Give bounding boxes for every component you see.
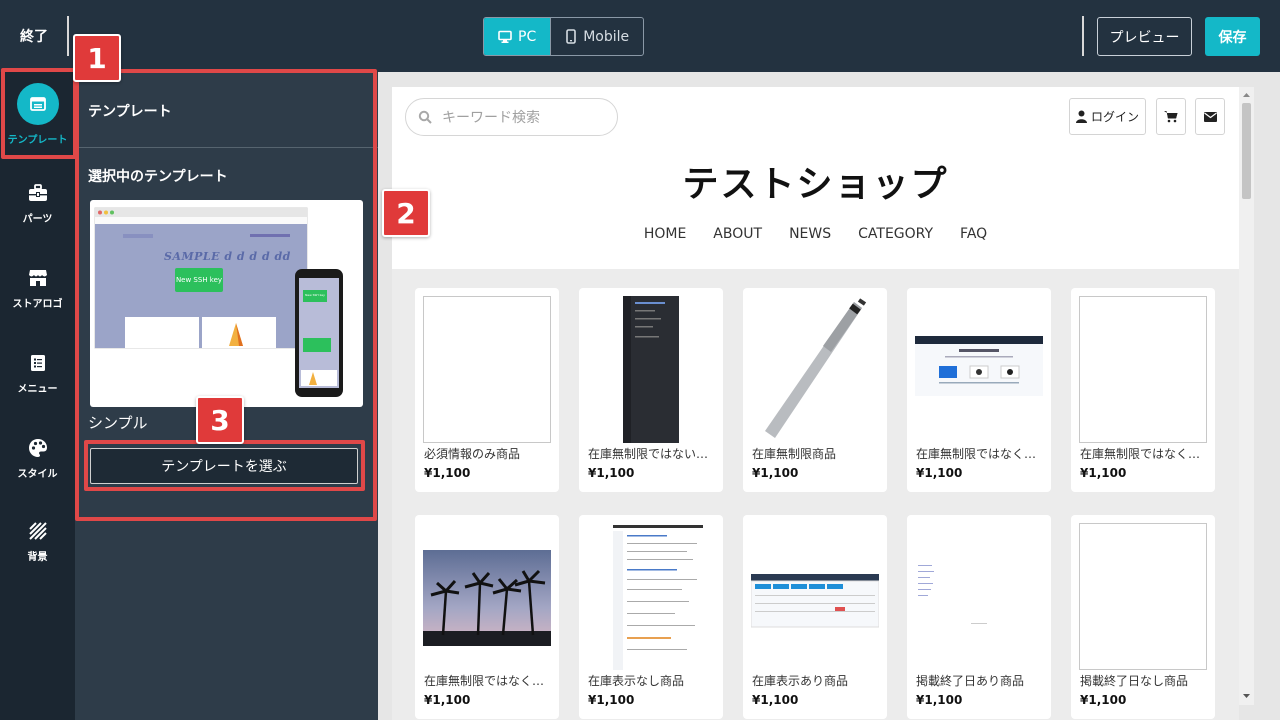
product-card[interactable]: 在庫表示あり商品 ¥1,100 [743,515,887,719]
sidebar-item-label: メニュー [17,384,58,395]
product-card[interactable]: 在庫無制限ではない商品 ¥1,100 [579,288,723,492]
toolbox-icon [0,182,75,204]
annotation-marker-1: 1 [73,34,121,82]
sidebar-item-parts[interactable]: パーツ [0,182,75,225]
product-image-broken [1079,523,1207,670]
annotation-highlight [84,440,365,491]
product-name: 在庫無制限商品 [752,447,837,461]
sidebar-item-background[interactable]: 背景 [0,520,75,563]
mobile-view-label: Mobile [583,28,630,45]
sidebar-item-label: 背景 [27,552,48,563]
shop-header: キーワード検索 ログイン テストショップ HOME ABOUT NEWS CAT… [392,87,1239,269]
sidebar-item-menu[interactable]: メニュー [0,352,75,395]
nav-news[interactable]: NEWS [789,226,831,242]
product-price: ¥1,100 [916,693,963,707]
product-card[interactable]: 在庫無制限ではなく在庫あり商品 ¥1,100 [907,288,1051,492]
product-name: 在庫無制限ではない商品 [588,447,714,461]
sidebar-item-store-logo[interactable]: ストアロゴ [0,267,75,310]
cart-button[interactable] [1156,98,1186,135]
top-bar: 終了 PC Mobile プレビュー 保存 [0,0,1280,72]
product-image-broken [1079,296,1207,443]
annotation-marker-2: 2 [382,189,430,237]
product-price: ¥1,100 [1080,466,1127,480]
search-icon [418,110,432,124]
product-card[interactable]: 在庫無制限ではなく在庫なし商品 ¥1,100 [1071,288,1215,492]
save-button[interactable]: 保存 [1205,17,1260,56]
store-icon [0,267,75,289]
divider [67,16,69,56]
search-input[interactable]: キーワード検索 [405,98,618,136]
product-image [587,296,715,443]
user-icon [1075,110,1087,123]
pc-view-button[interactable]: PC [484,18,551,55]
mobile-view-button[interactable]: Mobile [550,18,643,55]
exit-button[interactable]: 終了 [20,26,48,46]
cart-icon [1164,111,1178,123]
login-label: ログイン [1090,110,1139,124]
preview-button[interactable]: プレビュー [1097,17,1192,56]
sidebar-item-style[interactable]: スタイル [0,437,75,480]
product-card[interactable]: 在庫無制限商品 ¥1,100 [743,288,887,492]
nav-category[interactable]: CATEGORY [858,226,933,242]
product-price: ¥1,100 [588,466,635,480]
nav-about[interactable]: ABOUT [713,226,762,242]
product-image [423,523,551,670]
product-card[interactable]: 必須情報のみ商品 ¥1,100 [415,288,559,492]
product-name: 掲載終了日なし商品 [1080,674,1189,688]
sidebar: テンプレート パーツ ストアロゴ メニュー スタイル 背景 [0,72,75,720]
product-name: 在庫無制限ではなく在庫なし商品 [1080,447,1206,461]
preview-scrollbar[interactable] [1239,87,1254,705]
product-image [915,296,1043,443]
product-image [751,523,879,670]
monitor-icon [498,30,512,43]
product-image [915,523,1043,670]
sidebar-item-label: パーツ [22,214,53,225]
product-card[interactable]: 在庫表示なし商品 ¥1,100 [579,515,723,719]
sidebar-item-label: ストアロゴ [12,299,63,310]
product-image [751,296,879,443]
palette-icon [0,437,75,459]
product-price: ¥1,100 [752,466,799,480]
product-price: ¥1,100 [588,693,635,707]
product-price: ¥1,100 [424,466,471,480]
product-card[interactable]: 掲載終了日なし商品 ¥1,100 [1071,515,1215,719]
product-grid: 必須情報のみ商品 ¥1,100 在庫無制限ではない商品 ¥1,100 在庫無制限… [415,288,1217,719]
product-price: ¥1,100 [1080,693,1127,707]
mail-button[interactable] [1195,98,1225,135]
scroll-thumb[interactable] [1242,103,1251,199]
product-price: ¥1,100 [916,466,963,480]
product-card[interactable]: 在庫無制限ではなく予約商品 ¥1,100 [415,515,559,719]
product-name: 在庫無制限ではなく予約商品 [424,674,550,688]
sidebar-item-label: スタイル [17,469,58,480]
menu-list-icon [0,352,75,374]
mail-icon [1203,111,1217,122]
shop-title: テストショップ [682,164,949,205]
stripes-icon [0,520,75,542]
product-image-broken [423,296,551,443]
product-name: 在庫表示なし商品 [588,674,685,688]
store-preview: キーワード検索 ログイン テストショップ HOME ABOUT NEWS CAT… [392,87,1239,720]
device-toggle: PC Mobile [483,17,645,56]
shop-nav: HOME ABOUT NEWS CATEGORY FAQ [392,226,1239,242]
annotation-marker-3: 3 [196,396,244,444]
pc-view-label: PC [518,28,537,45]
product-name: 必須情報のみ商品 [424,447,521,461]
smartphone-icon [566,29,577,44]
scroll-up-icon [1243,93,1250,97]
annotation-highlight [1,68,77,159]
login-button[interactable]: ログイン [1069,98,1146,135]
nav-home[interactable]: HOME [644,226,686,242]
product-price: ¥1,100 [424,693,471,707]
product-price: ¥1,100 [752,693,799,707]
product-name: 掲載終了日あり商品 [916,674,1025,688]
divider [1082,16,1084,56]
product-image [587,523,715,670]
product-card[interactable]: 掲載終了日あり商品 ¥1,100 [907,515,1051,719]
product-name: 在庫表示あり商品 [752,674,849,688]
product-name: 在庫無制限ではなく在庫あり商品 [916,447,1042,461]
nav-faq[interactable]: FAQ [960,226,987,242]
search-placeholder: キーワード検索 [442,110,540,126]
scroll-down-icon [1243,694,1250,698]
